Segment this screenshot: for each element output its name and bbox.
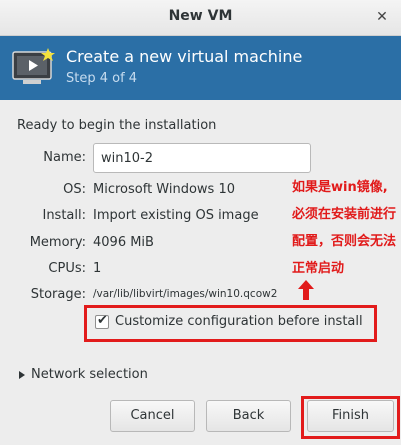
annotation-line: 正常启动 [292,261,345,276]
close-icon[interactable]: ✕ [371,6,393,28]
vm-monitor-icon [12,48,55,84]
step-indicator: Step 4 of 4 [66,71,138,86]
network-selection-label: Network selection [31,367,148,382]
checkmark-icon: ✔ [97,313,108,328]
install-value: Import existing OS image [93,208,259,223]
wizard-banner: Create a new virtual machine Step 4 of 4 [0,36,401,100]
finish-button[interactable]: Finish [307,400,394,432]
os-label: OS: [63,182,86,197]
memory-label: Memory: [29,235,86,250]
back-button[interactable]: Back [206,400,291,432]
name-label: Name: [43,150,86,165]
cpus-label: CPUs: [48,261,86,276]
annotation-line: 如果是win镜像, [292,180,388,195]
annotation-note: 如果是win镜像, 必须在安装前进行 配置，否则会无法 正常启动 [292,174,400,282]
annotation-line: 必须在安装前进行 [292,207,397,222]
customize-label: Customize configuration before install [115,314,363,329]
os-value: Microsoft Windows 10 [93,182,235,197]
cancel-button[interactable]: Cancel [110,400,195,432]
banner-title: Create a new virtual machine [66,47,303,66]
customize-checkbox[interactable]: ✔ Customize configuration before install [93,312,373,334]
storage-label: Storage: [30,287,86,302]
annotation-arrow-icon [298,280,314,300]
expander-arrow-icon [19,371,25,379]
cpus-value: 1 [93,261,102,276]
window-title: New VM [168,8,233,24]
checkbox-box[interactable]: ✔ [95,313,109,329]
install-label: Install: [42,208,86,223]
annotation-line: 配置，否则会无法 [292,234,397,249]
title-bar: New VM ✕ [0,0,401,36]
memory-value: 4096 MiB [93,235,154,250]
summary-heading: Ready to begin the installation [17,118,217,133]
name-input[interactable] [93,143,311,173]
storage-value: /var/lib/libvirt/images/win10.qcow2 [93,288,278,300]
